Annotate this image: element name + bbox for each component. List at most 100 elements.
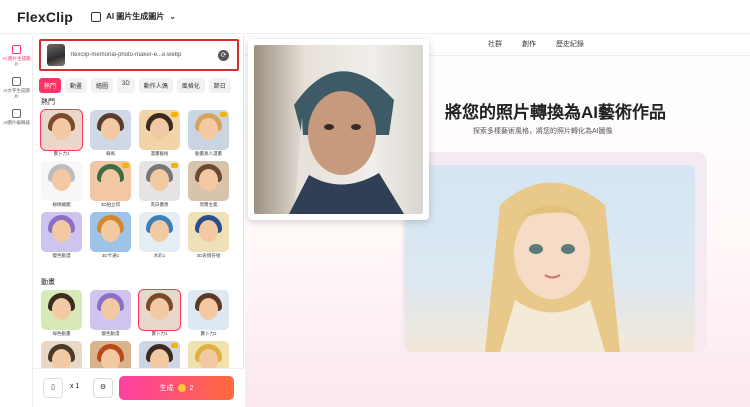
rail-item-0[interactable]: AI 圖片生成圖片: [0, 35, 33, 67]
style-tile[interactable]: 3D拍立得: [90, 161, 131, 208]
settings-icon[interactable]: ⚙: [93, 378, 113, 398]
face-shape: [199, 220, 218, 242]
style-thumbnail: [188, 110, 229, 150]
style-tile[interactable]: 黑白畫像: [139, 161, 180, 208]
uploaded-file[interactable]: flexclip-memorial-photo-maker-e...e.webp…: [39, 39, 239, 71]
category-tab[interactable]: 熱門: [39, 78, 62, 93]
style-thumbnail: [90, 290, 131, 330]
category-tabs: 熱門 動畫 繪圖 3D 動作人偶 風格化 節日: [39, 78, 231, 93]
face-shape: [150, 169, 169, 191]
style-label: 變色動漫: [52, 253, 71, 258]
image-gen-icon: [12, 45, 21, 54]
style-tile[interactable]: 變色動漫: [41, 212, 82, 259]
generate-button[interactable]: 生成 2: [119, 376, 234, 400]
style-tile[interactable]: 賣卜力1: [138, 289, 181, 337]
category-tab[interactable]: 節日: [208, 78, 231, 93]
style-thumbnail: [90, 110, 131, 150]
uploaded-thumbnail: [47, 44, 65, 66]
face-shape: [52, 118, 71, 140]
uploaded-filename: flexclip-memorial-photo-maker-e...e.webp: [71, 52, 182, 58]
tab-0[interactable]: 社群: [485, 39, 505, 56]
style-tile[interactable]: 動畫真人漫畫: [188, 110, 229, 157]
style-thumbnail: [188, 212, 229, 252]
tool-switcher[interactable]: AI 圖片生成圖片 ⌄: [91, 11, 176, 22]
face-shape: [101, 220, 120, 242]
credit-coin-icon: [177, 384, 186, 392]
face-shape: [199, 118, 218, 140]
style-label: 韓風: [106, 151, 115, 156]
style-label: 3D表情符號: [196, 253, 221, 258]
style-tile[interactable]: 現實主義: [188, 161, 229, 208]
style-thumbnail: [41, 212, 82, 252]
style-label: 水彩1: [153, 253, 166, 258]
style-tile[interactable]: 線條繪圖: [41, 161, 82, 208]
face-shape: [150, 298, 169, 320]
style-label: 賣卜力1: [151, 331, 168, 336]
style-label: 現實主義: [199, 202, 218, 207]
face-shape: [150, 220, 169, 242]
aspect-ratio-icon[interactable]: ▯: [43, 378, 63, 398]
premium-crown-icon: [122, 163, 129, 168]
style-tile[interactable]: 韓風: [90, 110, 131, 157]
original-photo: [254, 45, 423, 214]
image-editor-icon: [12, 109, 21, 118]
style-label: 動畫真人漫畫: [195, 151, 222, 156]
tab-1[interactable]: 創作: [519, 39, 539, 56]
style-grid-popular: 賣卜力1 韓風 漫畫藝術 動畫真人漫畫線條繪圖 3D拍立得 黑白畫像 現實主義變色動漫 3D卡…: [40, 109, 229, 259]
left-rail: AI 圖片生成圖片 AI文字生成圖片 AI圖片編輯器: [0, 35, 33, 407]
face-shape: [150, 118, 169, 140]
style-thumbnail: [139, 161, 180, 201]
style-thumbnail: [90, 212, 131, 252]
style-label: 漫畫藝術: [150, 151, 169, 156]
face-shape: [199, 169, 218, 191]
rail-item-2[interactable]: AI圖片編輯器: [0, 99, 33, 126]
style-thumbnail: [40, 109, 83, 151]
face-shape: [101, 298, 120, 320]
face-shape: [52, 169, 71, 191]
replace-image-icon[interactable]: ⟳: [218, 49, 229, 61]
style-thumbnail: [188, 290, 229, 330]
category-tab[interactable]: 動畫: [65, 78, 88, 93]
style-tile[interactable]: 水彩1: [139, 212, 180, 259]
premium-crown-icon: [171, 163, 178, 168]
face-shape: [52, 220, 71, 242]
flexclip-logo[interactable]: FlexClip: [17, 9, 73, 25]
rail-item-label: AI 圖片生成圖片: [2, 56, 31, 67]
style-thumbnail: [90, 161, 131, 201]
style-tile[interactable]: 賣卜力1: [40, 109, 83, 157]
style-tile[interactable]: 綠色動畫: [41, 290, 82, 337]
category-tab[interactable]: 動作人偶: [138, 78, 173, 93]
style-tile[interactable]: 變色動漫: [90, 290, 131, 337]
face-shape: [52, 298, 71, 320]
rail-item-label: AI圖片編輯器: [3, 120, 30, 125]
category-tab[interactable]: 繪圖: [91, 78, 114, 93]
style-label: 變色動漫: [101, 331, 120, 336]
tool-name: AI 圖片生成圖片: [106, 12, 165, 21]
anime-girl-illustration: [485, 182, 620, 352]
credit-cost: 2: [189, 384, 194, 392]
style-tile[interactable]: 賣卜力2: [188, 290, 229, 337]
result-image[interactable]: [405, 165, 695, 352]
style-tile[interactable]: 漫畫藝術: [139, 110, 180, 157]
main-tabs: 社群 創作 歷史紀錄: [485, 39, 587, 56]
output-count[interactable]: x 1: [70, 383, 79, 390]
top-header: FlexClip AI 圖片生成圖片 ⌄: [0, 0, 750, 34]
style-label: 賣卜力2: [200, 331, 217, 336]
category-tab[interactable]: 3D: [117, 78, 135, 93]
chevron-down-icon: ⌄: [169, 12, 176, 21]
page-title: 將您的照片轉換為AI藝術作品: [445, 103, 666, 122]
style-thumbnail: [188, 161, 229, 201]
rail-item-1[interactable]: AI文字生成圖片: [0, 67, 33, 99]
tab-2[interactable]: 歷史紀錄: [553, 39, 587, 56]
style-panel: flexclip-memorial-photo-maker-e...e.webp…: [33, 35, 244, 407]
style-tile[interactable]: 3D卡通1: [90, 212, 131, 259]
style-label: 3D拍立得: [100, 202, 121, 207]
category-tab[interactable]: 風格化: [176, 78, 205, 93]
tool-icon: [91, 11, 102, 22]
style-tile[interactable]: 3D表情符號: [188, 212, 229, 259]
page-subtitle: 探索多樣藝術風格，將您的照片轉化為AI圖像: [473, 128, 613, 135]
style-thumbnail: [41, 290, 82, 330]
style-thumbnail: [41, 161, 82, 201]
elderly-woman-photo: [289, 71, 404, 214]
premium-crown-icon: [171, 343, 178, 348]
